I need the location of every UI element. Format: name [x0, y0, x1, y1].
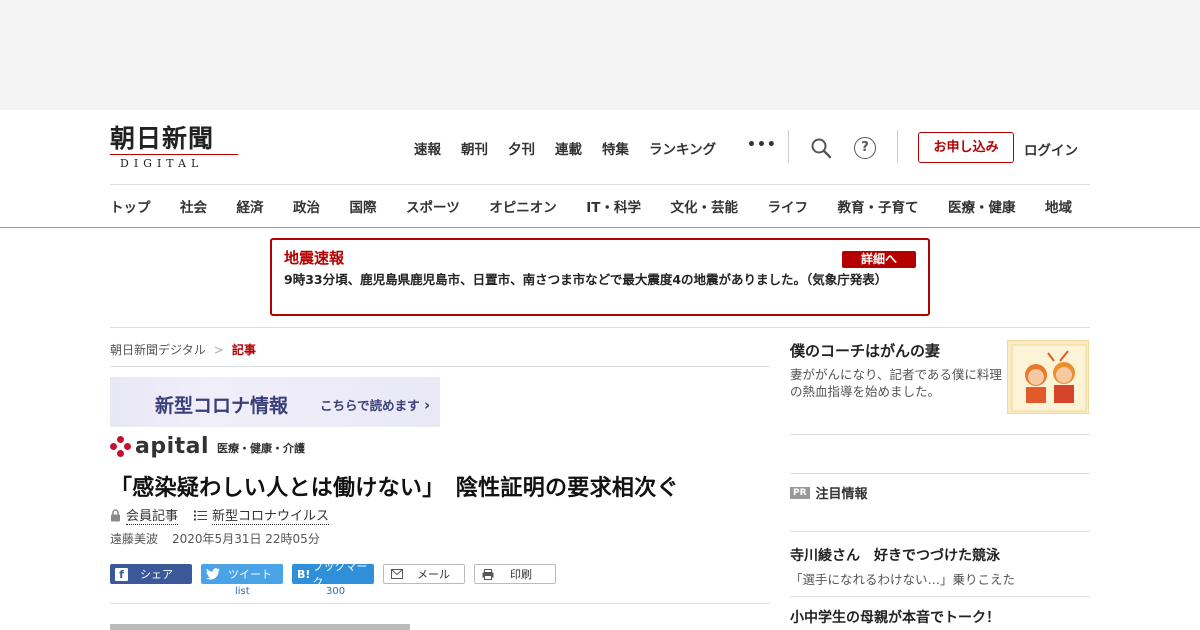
topnav-breaking[interactable]: 速報 — [414, 138, 441, 158]
hatena-count[interactable]: 300 — [326, 586, 345, 597]
article-image — [110, 624, 410, 630]
topnav-morning[interactable]: 朝刊 — [461, 138, 488, 158]
cat-life[interactable]: ライフ — [767, 196, 808, 216]
site-logo[interactable]: 朝日新聞 DIGITAL — [110, 125, 240, 170]
cat-health[interactable]: 医療・健康 — [948, 196, 1016, 216]
alert-title: 地震速報 — [284, 249, 345, 267]
cat-economy[interactable]: 経済 — [237, 196, 264, 216]
pr-badge: PR — [790, 486, 810, 499]
more-menu-icon[interactable]: ••• — [747, 137, 777, 153]
twitter-count[interactable]: list — [235, 586, 250, 597]
breadcrumb-separator: > — [213, 343, 224, 357]
breadcrumb: 朝日新聞デジタル > 記事 — [110, 341, 256, 358]
chevron-right-icon: › — [424, 396, 431, 414]
twitter-share-button[interactable]: ツイート — [201, 564, 283, 584]
cat-opinion[interactable]: オピニオン — [489, 196, 557, 216]
lock-icon — [111, 508, 120, 521]
print-button[interactable]: 印刷 — [474, 564, 556, 584]
alert-details-button[interactable]: 詳細へ — [842, 251, 916, 268]
category-navigation: トップ 社会 経済 政治 国際 スポーツ オピニオン IT・科学 文化・芸能 ラ… — [110, 185, 1090, 227]
apital-tagline: 医療・健康・介護 — [217, 442, 306, 455]
logo-english: DIGITAL — [120, 157, 204, 170]
facebook-share-button[interactable]: f シェア — [110, 564, 192, 584]
apital-logo-icon — [110, 436, 132, 458]
cat-culture[interactable]: 文化・芸能 — [670, 196, 738, 216]
help-icon[interactable]: ? — [854, 137, 876, 159]
breadcrumb-current: 記事 — [231, 343, 256, 357]
share-bar: f シェア ツイート B! ブックマーク メール 印刷 — [110, 560, 565, 589]
pr-item-title[interactable]: 小中学生の母親が本音でトーク！ — [790, 607, 1090, 627]
mail-share-button[interactable]: メール — [383, 564, 465, 584]
twitter-icon — [206, 568, 220, 580]
cat-society[interactable]: 社会 — [180, 196, 207, 216]
pr-item-title[interactable]: 寺川綾さん 好きでつづけた競泳 — [790, 545, 1090, 565]
sidebar-divider — [790, 434, 1090, 435]
apital-name: apital — [135, 434, 210, 459]
top-navigation: 速報 朝刊 夕刊 連載 特集 ランキング — [414, 138, 736, 158]
apital-brand[interactable]: apital 医療・健康・介護 — [110, 436, 305, 458]
share-divider — [110, 603, 770, 604]
article-headline: 「感染疑わしい人とは働けない」 陰性証明の要求相次ぐ — [110, 476, 679, 501]
divider — [788, 130, 789, 163]
ad-banner-area — [0, 0, 1200, 110]
cat-it-science[interactable]: IT・科学 — [586, 196, 641, 216]
article-meta: 会員記事 新型コロナウイルス — [110, 505, 330, 525]
feature-illustration[interactable] — [1007, 340, 1089, 414]
corona-banner-link: こちらで読めます › — [320, 396, 431, 414]
topnav-series[interactable]: 連載 — [555, 138, 582, 158]
topnav-evening[interactable]: 夕刊 — [508, 138, 535, 158]
breadcrumb-home[interactable]: 朝日新聞デジタル — [110, 343, 206, 357]
author-name: 遠藤美波 — [110, 532, 159, 546]
site-header: 朝日新聞 DIGITAL 速報 朝刊 夕刊 連載 特集 ランキング ••• ? … — [110, 110, 1090, 185]
topnav-ranking[interactable]: ランキング — [649, 138, 716, 158]
divider — [897, 130, 898, 163]
cat-regional[interactable]: 地域 — [1045, 196, 1072, 216]
nav-bottom-border — [0, 227, 1200, 228]
topnav-features[interactable]: 特集 — [602, 138, 629, 158]
publish-date: 2020年5月31日 22時05分 — [172, 532, 320, 546]
section-divider — [110, 327, 1090, 328]
pr-section-header: PR 注目情報 — [790, 483, 1090, 502]
member-article-label[interactable]: 会員記事 — [126, 505, 179, 525]
search-icon[interactable] — [810, 137, 832, 159]
logo-japanese: 朝日新聞 — [110, 124, 215, 153]
byline: 遠藤美波 2020年5月31日 22時05分 — [110, 530, 320, 547]
earthquake-alert: 地震速報 詳細へ 9時33分頃、鹿児島県鹿児島市、日置市、南さつま市などで最大震… — [270, 238, 930, 316]
corona-banner-title: 新型コロナ情報 — [155, 395, 289, 417]
feature-description: 妻ががんになり、記者である僕に料理の熱血指導を始めました。 — [790, 367, 1002, 399]
sidebar-divider — [790, 473, 1090, 474]
pr-item-description: 「選手になれるわけない…」乗りこえた — [790, 572, 1016, 587]
sidebar-divider — [790, 531, 1090, 532]
logo-rule — [110, 154, 238, 155]
topic-link[interactable]: 新型コロナウイルス — [212, 505, 330, 525]
alert-body: 9時33分頃、鹿児島県鹿児島市、日置市、南さつま市などで最大震度4の地震がありま… — [284, 272, 888, 287]
subscribe-button[interactable]: お申し込み — [918, 132, 1014, 163]
login-link[interactable]: ログイン — [1024, 139, 1078, 159]
pr-heading: 注目情報 — [815, 487, 868, 502]
cat-top[interactable]: トップ — [110, 196, 151, 216]
cat-politics[interactable]: 政治 — [293, 196, 320, 216]
cat-sports[interactable]: スポーツ — [406, 196, 460, 216]
print-icon — [482, 568, 494, 580]
hatena-icon: B! — [297, 567, 311, 581]
sidebar-divider — [790, 596, 1090, 597]
facebook-icon: f — [115, 567, 128, 581]
cat-education[interactable]: 教育・子育て — [837, 196, 918, 216]
mail-icon — [391, 569, 403, 579]
breadcrumb-divider — [110, 366, 770, 367]
list-icon — [194, 510, 208, 520]
corona-info-banner[interactable]: 新型コロナ情報 こちらで読めます › — [110, 377, 440, 427]
cat-international[interactable]: 国際 — [350, 196, 377, 216]
hatena-bookmark-button[interactable]: B! ブックマーク — [292, 560, 374, 589]
